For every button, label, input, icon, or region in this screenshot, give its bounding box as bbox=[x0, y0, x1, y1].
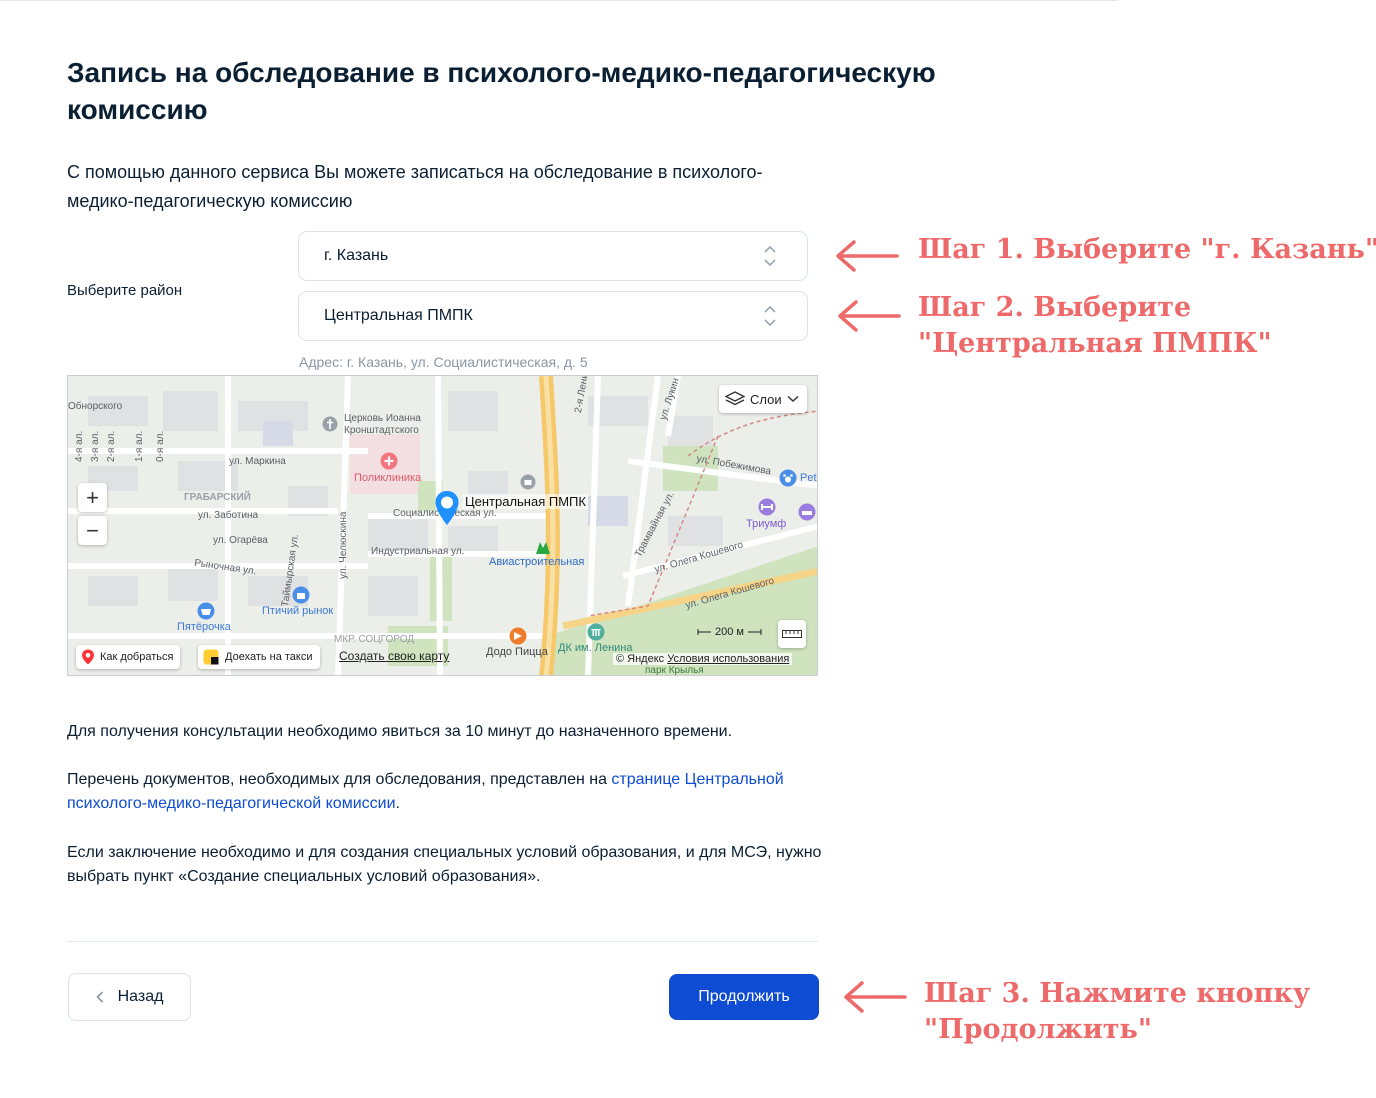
pmpk-select[interactable]: Центральная ПМПК bbox=[298, 291, 808, 341]
route-pin-icon bbox=[82, 649, 94, 665]
market-label: Птичий рынок bbox=[262, 605, 334, 617]
continue-button-label: Продолжить bbox=[698, 988, 790, 1005]
grocery-basket-icon bbox=[197, 602, 215, 620]
location-pin-icon bbox=[435, 491, 459, 525]
map-layers-button[interactable]: Слои bbox=[719, 385, 807, 413]
select-chevron-icon bbox=[764, 305, 776, 327]
arrow-left-icon bbox=[844, 981, 907, 1013]
page-description: С помощью данного сервиса Вы можете запи… bbox=[67, 162, 763, 211]
map-label: ул. Челюскина bbox=[338, 511, 349, 579]
documents-note-prefix: Перечень документов, необходимых для обс… bbox=[67, 771, 612, 788]
building-icon bbox=[520, 474, 536, 490]
metro-label: Авиастроительная bbox=[489, 556, 585, 568]
route-button[interactable]: Как добраться bbox=[76, 645, 181, 669]
map-label: МКР. СОЦГОРОД bbox=[334, 634, 415, 645]
select-chevron-icon bbox=[764, 245, 776, 267]
zoom-in-button[interactable]: + bbox=[78, 483, 107, 512]
dodo-label: Додо Пицца bbox=[486, 646, 548, 658]
chevron-left-icon bbox=[95, 991, 103, 1003]
fitness-icon bbox=[758, 498, 776, 516]
map-label: 2-я ал. bbox=[106, 430, 117, 462]
zoom-out-button[interactable]: − bbox=[78, 516, 107, 545]
terms-link[interactable]: Условия использования bbox=[667, 653, 789, 665]
taxi-icon bbox=[203, 649, 219, 665]
map-label: ГРАБАРСКИЙ bbox=[184, 492, 251, 503]
create-map-link[interactable]: Создать свою карту bbox=[339, 649, 449, 663]
city-select[interactable]: г. Казань bbox=[298, 231, 808, 281]
map-label: ул. Огарёва bbox=[213, 535, 268, 546]
map-label: ул. Маркина bbox=[229, 456, 286, 467]
top-divider bbox=[0, 0, 1118, 1]
hotel-icon bbox=[798, 503, 816, 521]
layers-icon bbox=[725, 391, 745, 406]
step2-annotation-line2: "Центральная ПМПК" bbox=[918, 328, 1272, 359]
city-select-value: г. Казань bbox=[324, 247, 389, 264]
ruler-icon bbox=[782, 630, 802, 638]
pmpk-address: Адрес: г. Казань, ул. Социалистическая, … bbox=[299, 354, 588, 370]
arrow-left-icon bbox=[836, 240, 899, 272]
church-icon bbox=[322, 416, 338, 432]
page-title: Запись на обследование в психолого-медик… bbox=[67, 57, 936, 125]
map-label: 4-я ал. bbox=[74, 430, 85, 462]
scale-label: 200 м bbox=[715, 626, 744, 638]
back-button-label: Назад bbox=[117, 988, 164, 1005]
step2-annotation-line1: Шаг 2. Выберите bbox=[918, 292, 1192, 323]
map-label: Индустриальная ул. bbox=[371, 546, 465, 557]
pet-label: Pet bbox=[800, 472, 817, 484]
mse-note: Если заключение необходимо и для создани… bbox=[67, 844, 822, 885]
hospital-icon bbox=[380, 452, 398, 470]
arrow-left-icon bbox=[838, 300, 901, 332]
scale-bar-right-icon bbox=[747, 629, 762, 635]
copyright-text: © Яндекс bbox=[616, 653, 665, 665]
step3-annotation-line2: "Продолжить" bbox=[924, 1014, 1152, 1045]
step3-annotation-line1: Шаг 3. Нажмите кнопку bbox=[924, 978, 1311, 1009]
back-button[interactable]: Назад bbox=[68, 973, 191, 1021]
clinic-label: Поликлиника bbox=[354, 472, 422, 484]
map-marker-label: Центральная ПМПК bbox=[463, 494, 588, 509]
district-label: Выберите район bbox=[67, 282, 183, 299]
pmpk-select-value: Центральная ПМПК bbox=[324, 307, 473, 324]
pyaterochka-label: Пятёрочка bbox=[177, 621, 231, 633]
route-label: Как добраться bbox=[100, 651, 174, 663]
arrival-note: Для получения консультации необходимо яв… bbox=[67, 723, 733, 740]
ruler-button[interactable] bbox=[778, 620, 806, 648]
form-divider bbox=[67, 941, 818, 942]
metro-icon bbox=[536, 542, 550, 554]
map-label: Церковь Иоанна Кронштадтского bbox=[344, 413, 421, 436]
location-map[interactable]: Обнорского 4-я ал. 3-я ал. 2-я ал. 1-я а… bbox=[67, 375, 818, 676]
map-copyright: © Яндекс Условия использования bbox=[613, 653, 793, 665]
documents-note: Перечень документов, необходимых для обс… bbox=[67, 768, 827, 816]
triumf-label: Триумф bbox=[746, 518, 787, 530]
step1-annotation: Шаг 1. Выберите "г. Казань" bbox=[918, 234, 1376, 265]
pet-store-icon bbox=[779, 469, 797, 487]
map-label: 0-я ал. bbox=[155, 430, 166, 462]
map-label: 1-я ал. bbox=[134, 430, 145, 462]
map-label: ул. Заботина bbox=[198, 510, 259, 521]
culture-center-icon bbox=[587, 623, 605, 641]
documents-note-suffix: . bbox=[395, 795, 400, 812]
shopping-bag-icon bbox=[292, 586, 310, 604]
map-label: парк Крылья bbox=[645, 665, 704, 676]
continue-button[interactable]: Продолжить bbox=[669, 974, 819, 1020]
taxi-button[interactable]: Доехать на такси bbox=[198, 645, 320, 669]
scale-bar-left-icon bbox=[697, 629, 711, 635]
pizza-icon bbox=[509, 627, 527, 645]
taxi-label: Доехать на такси bbox=[225, 651, 313, 663]
layers-label: Слои bbox=[750, 391, 782, 407]
map-label: 3-я ал. bbox=[90, 430, 101, 462]
map-scale: 200 м bbox=[697, 626, 762, 638]
map-label: Обнорского bbox=[68, 401, 123, 412]
chevron-down-icon bbox=[787, 395, 799, 403]
